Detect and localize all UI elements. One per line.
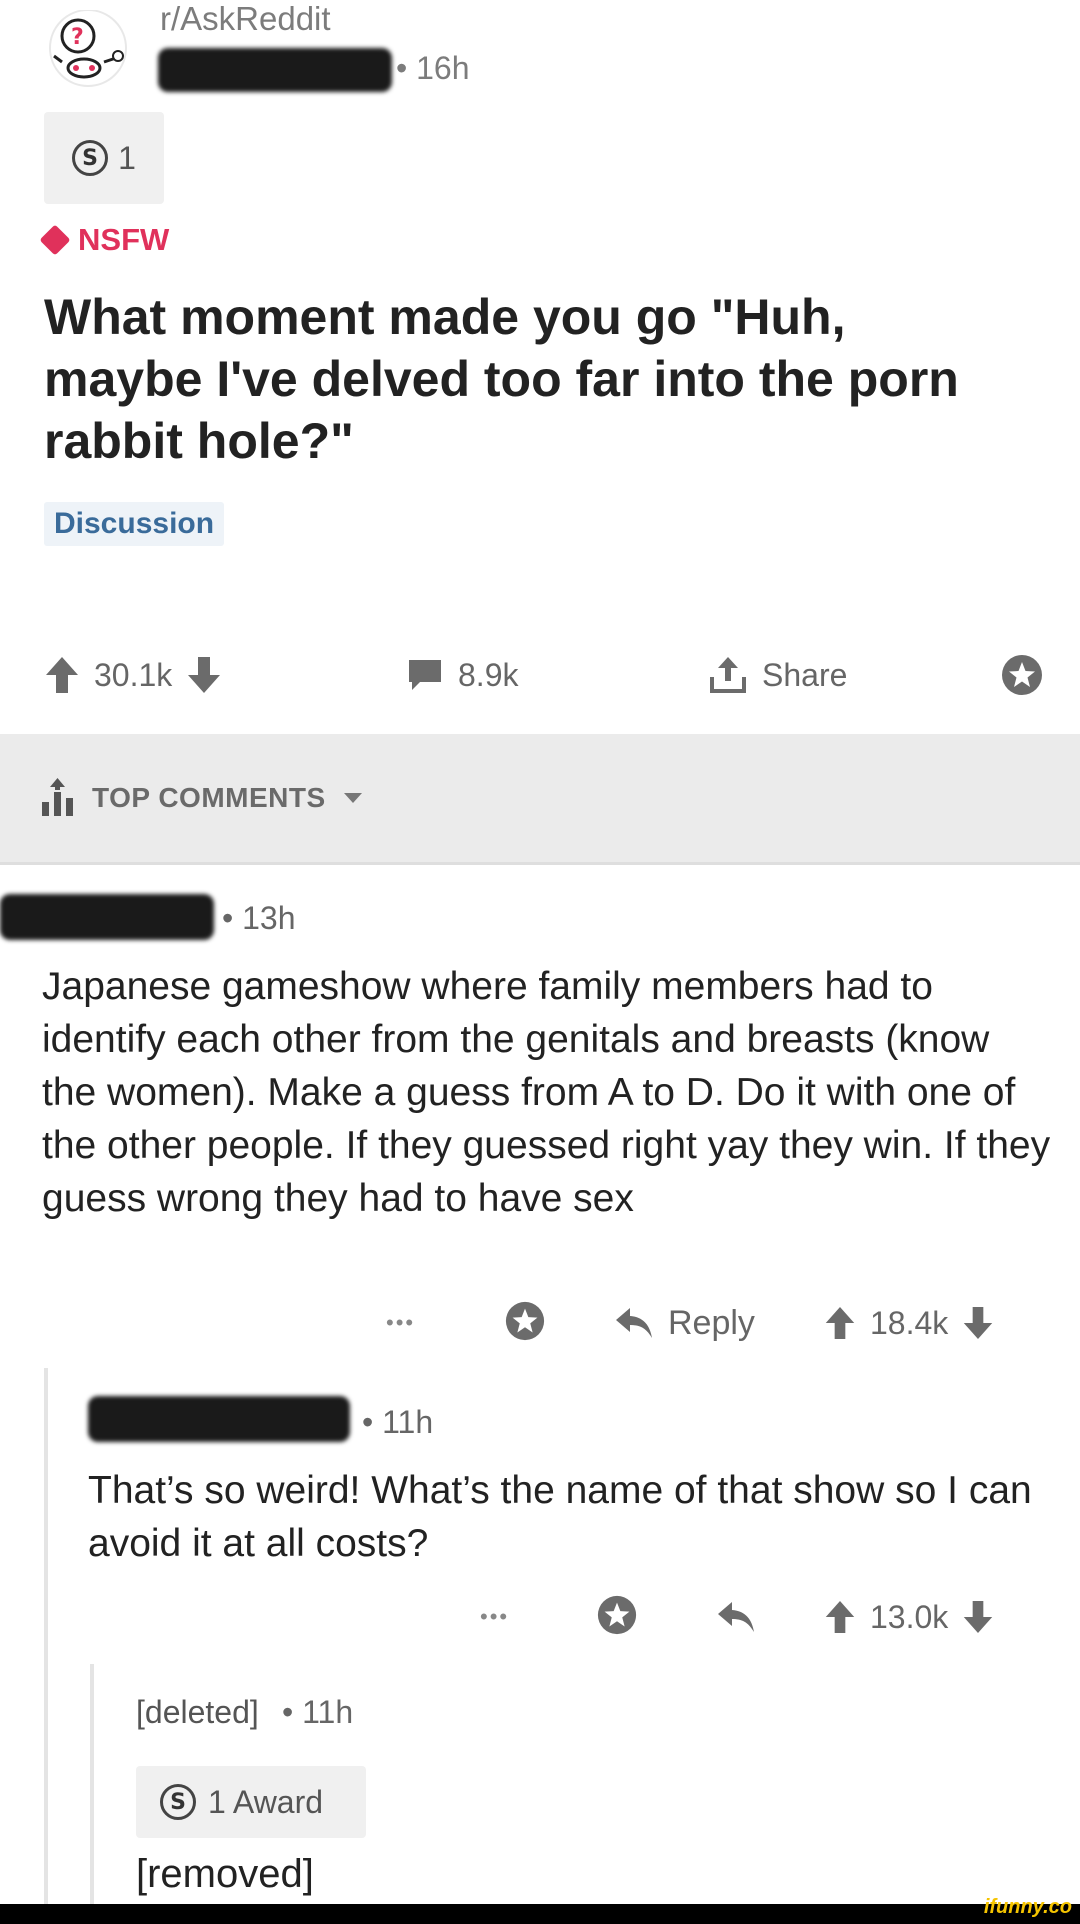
reply-arrow-icon [718, 1602, 754, 1632]
comment-score: 13.0k [870, 1598, 949, 1635]
comment-count: 8.9k [458, 656, 519, 693]
more-options-button[interactable]: ••• [386, 1298, 415, 1348]
upvote-icon[interactable] [824, 1304, 856, 1342]
watermark-bar [0, 1904, 1080, 1924]
comment-vote-group: 18.4k [824, 1298, 994, 1348]
post-flair[interactable]: Discussion [44, 502, 225, 546]
reply-label: Reply [668, 1303, 755, 1342]
award-badge[interactable]: S 1 Award [136, 1766, 366, 1838]
subreddit-name[interactable]: r/AskReddit [160, 0, 331, 38]
nsfw-icon [39, 224, 71, 256]
post-action-bar: 30.1k 8.9k Share [0, 640, 1080, 710]
save-button[interactable] [1000, 640, 1044, 710]
top-sort-icon [42, 778, 73, 816]
reply-button[interactable] [716, 1600, 756, 1634]
silver-coin-icon: S [72, 140, 109, 176]
post-score: 30.1k [94, 656, 173, 693]
redacted-username [0, 894, 214, 940]
sort-label: TOP COMMENTS [92, 782, 326, 813]
reply-button[interactable]: Reply [614, 1298, 755, 1348]
comment-body: [removed] [136, 1852, 314, 1896]
silver-coin-icon: S [160, 1784, 196, 1820]
comment-age: • 13h [222, 900, 296, 936]
comment-age: • 11h [282, 1694, 354, 1730]
comment-action-bar: ••• Reply 18.4k [0, 1298, 1080, 1348]
comment-score: 18.4k [870, 1304, 949, 1341]
svg-text:?: ? [71, 25, 84, 50]
award-badge[interactable]: S 1 [44, 112, 164, 204]
more-label: ••• [480, 1604, 510, 1629]
award-count: 1 [118, 139, 136, 176]
thread-line[interactable] [90, 1664, 94, 1904]
comment-vote-group: 13.0k [824, 1592, 994, 1642]
comment-body: That’s so weird! What’s the name of that… [88, 1469, 1032, 1565]
subreddit-avatar[interactable]: ? [40, 9, 136, 90]
share-icon [710, 657, 746, 693]
more-label: ••• [386, 1310, 416, 1335]
downvote-icon[interactable] [186, 655, 222, 695]
comment-author-deleted: [deleted] [136, 1694, 259, 1730]
comment-body: Japanese gameshow where family members h… [42, 965, 1051, 1220]
comment-action-bar: ••• 13.0k [0, 1592, 1080, 1642]
star-icon [597, 1595, 637, 1635]
award-label: 1 Award [208, 1783, 324, 1820]
save-comment-button[interactable] [504, 1300, 546, 1342]
reply-arrow-icon [616, 1308, 652, 1338]
nsfw-tag: NSFW [39, 222, 170, 258]
chevron-down-icon [343, 793, 362, 803]
upvote-icon[interactable] [824, 1598, 856, 1636]
comment-age: • 11h [362, 1404, 434, 1440]
sort-dropdown[interactable]: TOP COMMENTS [40, 778, 364, 818]
post-vote-group: 30.1k [44, 640, 222, 710]
upvote-icon[interactable] [44, 655, 80, 695]
star-icon [505, 1301, 545, 1341]
sort-bar[interactable]: TOP COMMENTS [0, 734, 1080, 865]
share-label: Share [762, 656, 848, 693]
comment-bubble-icon [409, 660, 441, 690]
post-age: • 16h [396, 50, 470, 86]
downvote-icon[interactable] [962, 1304, 994, 1342]
redacted-username [158, 48, 392, 92]
downvote-icon[interactable] [962, 1598, 994, 1636]
save-comment-button[interactable] [596, 1594, 638, 1636]
redacted-username [88, 1396, 350, 1442]
askreddit-logo-icon: ? [49, 9, 127, 87]
ifunny-watermark: ifunny.co [983, 1896, 1072, 1918]
comments-button[interactable]: 8.9k [406, 640, 518, 710]
star-icon [1002, 655, 1042, 695]
more-options-button[interactable]: ••• [480, 1592, 509, 1642]
nsfw-label: NSFW [78, 222, 170, 257]
share-button[interactable]: Share [708, 640, 847, 710]
post-title[interactable]: What moment made you go "Huh, maybe I've… [44, 286, 1004, 472]
